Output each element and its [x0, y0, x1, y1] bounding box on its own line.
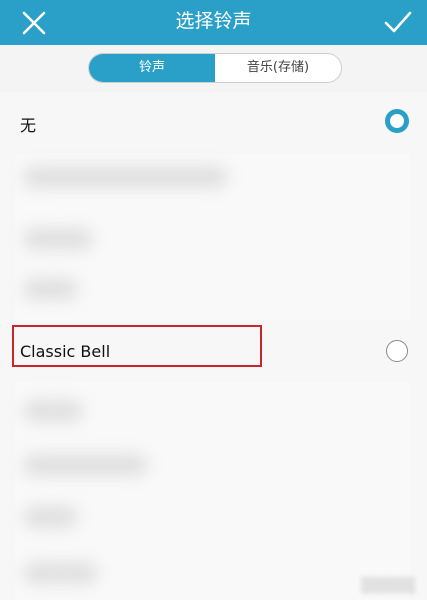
confirm-button[interactable]: [381, 5, 415, 39]
blurred-row: [23, 228, 93, 250]
blurred-row: [23, 166, 228, 188]
list-item-label: 无: [20, 116, 37, 135]
list-item-none[interactable]: 无: [0, 92, 427, 152]
radio-selected-icon[interactable]: [385, 109, 409, 133]
ringtone-list: 无 Classic Bell ▒▒▒▒▒: [0, 92, 427, 600]
highlight-annotation: [12, 325, 262, 367]
blurred-row: [23, 400, 83, 422]
ringtone-tabs: 铃声 音乐(存储): [88, 53, 342, 83]
blurred-list-items: [15, 382, 410, 600]
app-bar: 选择铃声: [0, 0, 427, 45]
page-title: 选择铃声: [175, 10, 252, 32]
radio-unselected-icon[interactable]: [386, 340, 408, 362]
blurred-row: [23, 562, 98, 584]
blurred-row: [23, 454, 148, 476]
tab-ringtone[interactable]: 铃声: [89, 54, 215, 82]
blurred-list-items: [15, 154, 410, 320]
tab-music-storage[interactable]: 音乐(存储): [215, 54, 341, 82]
blurred-row: [23, 278, 78, 300]
check-icon: [384, 11, 412, 33]
watermark: ▒▒▒▒▒: [361, 578, 415, 594]
blurred-row: [23, 506, 78, 528]
